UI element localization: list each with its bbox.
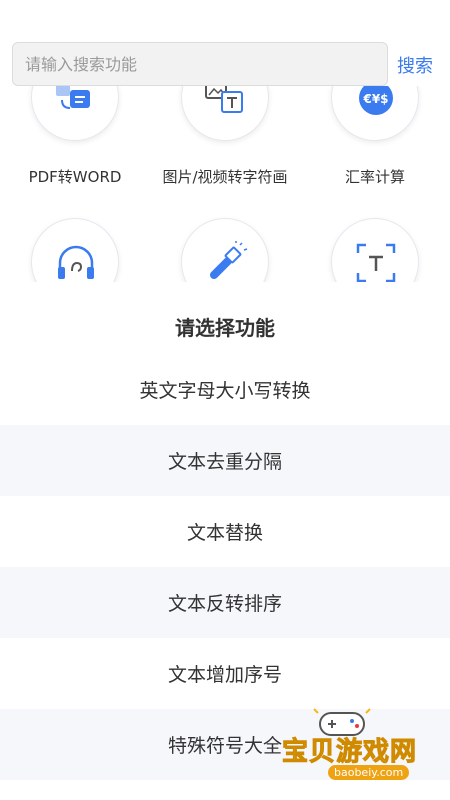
currency-exchange-icon: €¥$ <box>359 86 393 115</box>
tool-label: 图片/视频转字符画 <box>162 168 288 186</box>
headphones-icon <box>58 245 94 279</box>
option-reverse-sort[interactable]: 文本反转排序 <box>0 567 450 638</box>
search-bar <box>12 42 388 86</box>
pdf-to-word-icon <box>56 86 90 109</box>
watermark-logo: 宝贝游戏网 baobeiy.com <box>268 705 450 800</box>
tool-circle[interactable] <box>31 218 119 282</box>
tool-circle[interactable]: €¥$ <box>331 86 419 141</box>
text-scan-icon <box>356 243 396 282</box>
option-case-convert[interactable]: 英文字母大小写转换 <box>0 354 450 425</box>
option-dedupe-split[interactable]: 文本去重分隔 <box>0 425 450 496</box>
tool-circle[interactable] <box>181 86 269 141</box>
option-add-numbering[interactable]: 文本增加序号 <box>0 638 450 709</box>
tool-label: PDF转WORD <box>28 168 122 186</box>
image-to-text-icon <box>205 86 243 113</box>
tool-grid: PDF转WORD 图片/视频转字符画 €¥$ 汇率计算 <box>0 86 450 282</box>
svg-text:€¥$: €¥$ <box>362 92 388 106</box>
tool-circle[interactable] <box>331 218 419 282</box>
tool-circle[interactable] <box>31 86 119 141</box>
option-text-replace[interactable]: 文本替换 <box>0 496 450 567</box>
tool-circle[interactable] <box>181 218 269 282</box>
watermark-url: baobeiy.com <box>328 765 410 780</box>
watermark-text: 宝贝游戏网 <box>281 737 418 768</box>
search-input[interactable] <box>13 43 387 85</box>
flashlight-icon <box>210 241 248 279</box>
tool-label: 汇率计算 <box>344 168 405 186</box>
search-button[interactable]: 搜索 <box>397 52 433 78</box>
sheet-title: 请选择功能 <box>175 316 275 340</box>
